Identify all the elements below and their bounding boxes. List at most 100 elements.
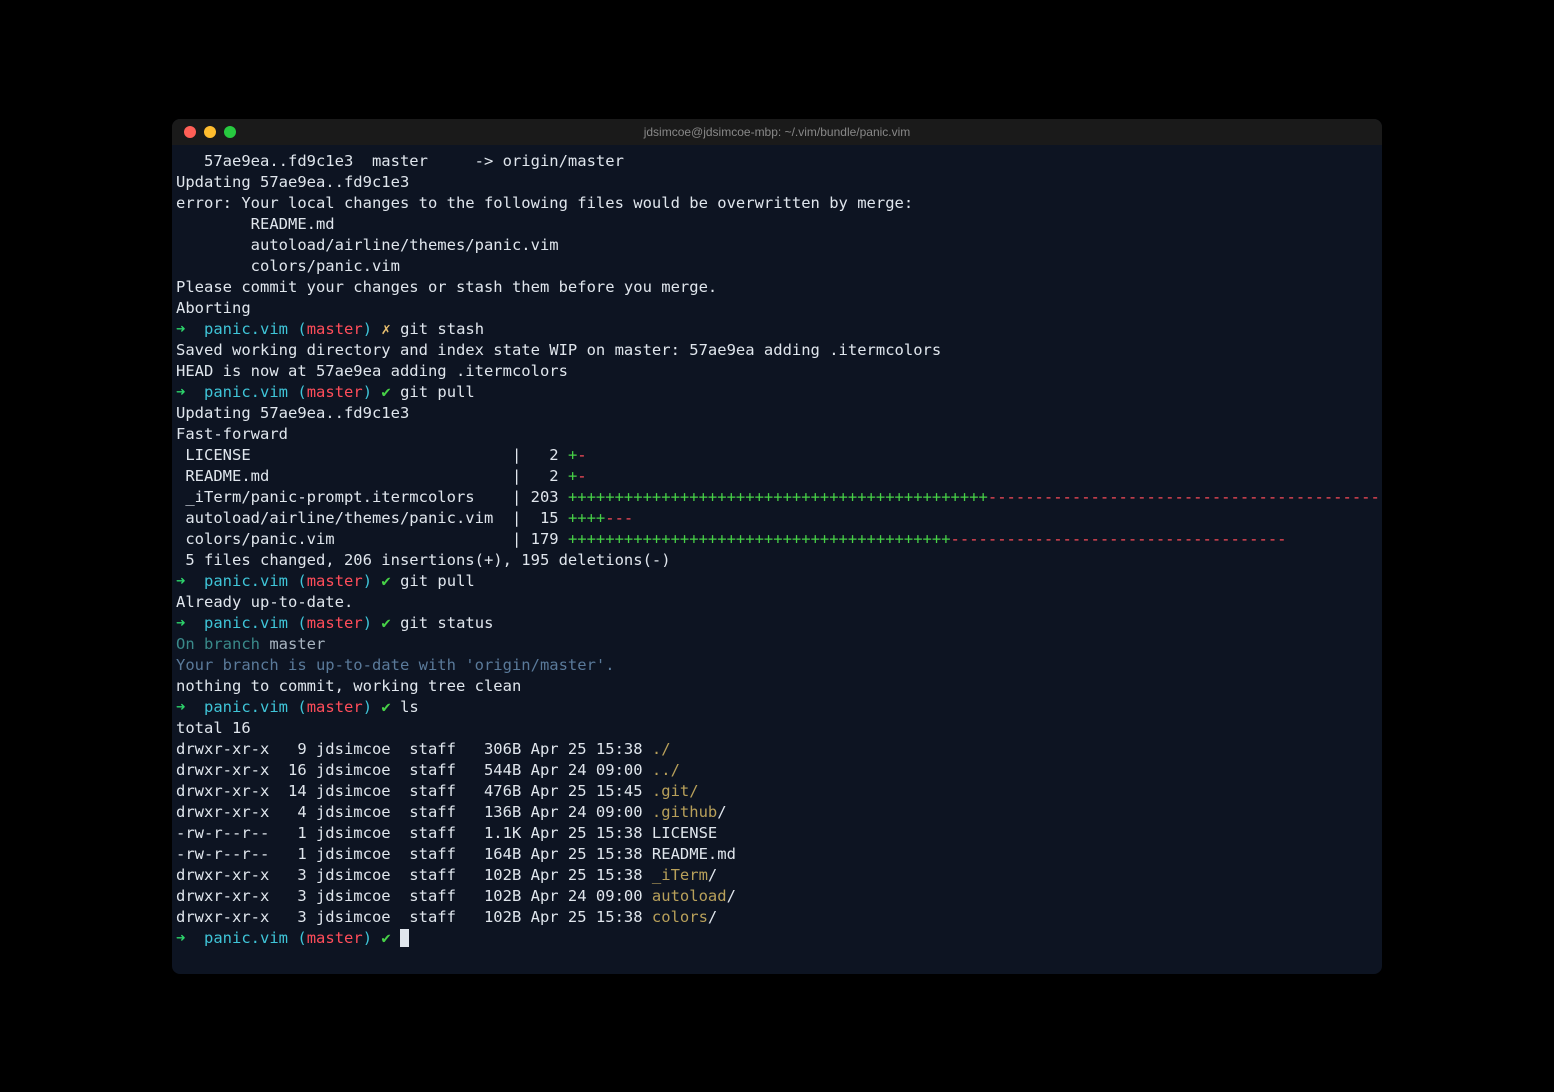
minimize-button[interactable] bbox=[204, 126, 216, 138]
diffstat-summary: 5 files changed, 206 insertions(+), 195 … bbox=[176, 551, 671, 569]
command: git pull bbox=[400, 572, 475, 590]
diffstat-row: _iTerm/panic-prompt.itermcolors | 203 bbox=[176, 488, 568, 506]
command: git status bbox=[400, 614, 493, 632]
titlebar: jdsimcoe@jdsimcoe-mbp: ~/.vim/bundle/pan… bbox=[172, 119, 1382, 145]
fast-forward: Fast-forward bbox=[176, 425, 288, 443]
branch-open: ( bbox=[297, 614, 306, 632]
command: git pull bbox=[400, 383, 475, 401]
stash-saved: Saved working directory and index state … bbox=[176, 341, 941, 359]
prompt-dir: panic.vim bbox=[204, 698, 288, 716]
ls-dir: ./ bbox=[652, 740, 671, 758]
error-file: autoload/airline/themes/panic.vim bbox=[176, 236, 559, 254]
ls-slash: / bbox=[708, 908, 717, 926]
stash-head: HEAD is now at 57ae9ea adding .itermcolo… bbox=[176, 362, 568, 380]
terminal-content[interactable]: 57ae9ea..fd9c1e3 master -> origin/master… bbox=[172, 145, 1382, 974]
ls-slash: / bbox=[727, 887, 736, 905]
command: ls bbox=[400, 698, 419, 716]
error-file: README.md bbox=[176, 215, 335, 233]
error-line: error: Your local changes to the followi… bbox=[176, 194, 913, 212]
branch-name: master bbox=[307, 929, 363, 947]
ls-dir: ../ bbox=[652, 761, 680, 779]
error-file: colors/panic.vim bbox=[176, 257, 400, 275]
please-commit: Please commit your changes or stash them… bbox=[176, 278, 717, 296]
branch-name: master bbox=[307, 320, 363, 338]
prompt-dir: panic.vim bbox=[204, 320, 288, 338]
prompt-dir: panic.vim bbox=[204, 572, 288, 590]
prompt-arrow: ➜ bbox=[176, 572, 185, 590]
prompt-status-clean: ✔ bbox=[381, 698, 390, 716]
ls-row: drwxr-xr-x 3 jdsimcoe staff 102B Apr 25 … bbox=[176, 866, 652, 884]
aborting: Aborting bbox=[176, 299, 251, 317]
ls-row: drwxr-xr-x 14 jdsimcoe staff 476B Apr 25… bbox=[176, 782, 652, 800]
prompt-arrow: ➜ bbox=[176, 614, 185, 632]
ls-dir: .git/ bbox=[652, 782, 699, 800]
branch-name: master bbox=[307, 698, 363, 716]
ls-dir: autoload bbox=[652, 887, 727, 905]
command: git stash bbox=[400, 320, 484, 338]
ls-slash: / bbox=[708, 866, 717, 884]
diffstat-plus: + bbox=[568, 446, 577, 464]
prompt-arrow: ➜ bbox=[176, 929, 185, 947]
branch-close: ) bbox=[363, 320, 372, 338]
window-title: jdsimcoe@jdsimcoe-mbp: ~/.vim/bundle/pan… bbox=[644, 125, 911, 139]
branch-close: ) bbox=[363, 614, 372, 632]
already-uptodate: Already up-to-date. bbox=[176, 593, 353, 611]
diffstat-minus: - bbox=[577, 467, 586, 485]
branch-close: ) bbox=[363, 698, 372, 716]
prompt-arrow: ➜ bbox=[176, 383, 185, 401]
prompt-arrow: ➜ bbox=[176, 698, 185, 716]
ls-row: -rw-r--r-- 1 jdsimcoe staff 164B Apr 25 … bbox=[176, 845, 736, 863]
ls-row: -rw-r--r-- 1 jdsimcoe staff 1.1K Apr 25 … bbox=[176, 824, 717, 842]
updating-line: Updating 57ae9ea..fd9c1e3 bbox=[176, 404, 409, 422]
fetch-output: 57ae9ea..fd9c1e3 master -> origin/master bbox=[176, 152, 624, 170]
diffstat-minus: - bbox=[577, 446, 586, 464]
ls-row: drwxr-xr-x 4 jdsimcoe staff 136B Apr 24 … bbox=[176, 803, 652, 821]
prompt-status-clean: ✔ bbox=[381, 572, 390, 590]
nothing-to-commit: nothing to commit, working tree clean bbox=[176, 677, 521, 695]
prompt-status-dirty: ✗ bbox=[381, 320, 390, 338]
ls-row: drwxr-xr-x 3 jdsimcoe staff 102B Apr 24 … bbox=[176, 887, 652, 905]
prompt-status-clean: ✔ bbox=[381, 383, 390, 401]
maximize-button[interactable] bbox=[224, 126, 236, 138]
ls-slash: / bbox=[717, 803, 726, 821]
diffstat-minus: ------------------------------------ bbox=[951, 530, 1287, 548]
diffstat-plus: + bbox=[568, 467, 577, 485]
diffstat-minus: --- bbox=[605, 509, 633, 527]
ls-total: total 16 bbox=[176, 719, 251, 737]
ls-dir: _iTerm bbox=[652, 866, 708, 884]
prompt-dir: panic.vim bbox=[204, 383, 288, 401]
prompt-status-clean: ✔ bbox=[381, 614, 390, 632]
cursor bbox=[400, 929, 409, 947]
diffstat-plus: ++++++++++++++++++++++++++++++++++++++++… bbox=[568, 488, 988, 506]
ls-row: drwxr-xr-x 9 jdsimcoe staff 306B Apr 25 … bbox=[176, 740, 652, 758]
branch-name: master bbox=[307, 614, 363, 632]
prompt-arrow: ➜ bbox=[176, 320, 185, 338]
branch-uptodate: Your branch is up-to-date with 'origin/m… bbox=[176, 656, 615, 674]
branch-open: ( bbox=[297, 572, 306, 590]
branch-open: ( bbox=[297, 929, 306, 947]
branch-close: ) bbox=[363, 383, 372, 401]
diffstat-plus: ++++++++++++++++++++++++++++++++++++++++… bbox=[568, 530, 951, 548]
branch-name: master bbox=[269, 635, 325, 653]
branch-close: ) bbox=[363, 929, 372, 947]
diffstat-row: autoload/airline/themes/panic.vim | 15 bbox=[176, 509, 568, 527]
ls-dir: .github bbox=[652, 803, 717, 821]
branch-name: master bbox=[307, 383, 363, 401]
diffstat-minus: ----------------------------------------… bbox=[988, 488, 1380, 506]
ls-dir: colors bbox=[652, 908, 708, 926]
diffstat-row: LICENSE | 2 bbox=[176, 446, 568, 464]
diffstat-row: README.md | 2 bbox=[176, 467, 568, 485]
prompt-dir: panic.vim bbox=[204, 614, 288, 632]
prompt-dir: panic.vim bbox=[204, 929, 288, 947]
diffstat-row: colors/panic.vim | 179 bbox=[176, 530, 568, 548]
updating-line: Updating 57ae9ea..fd9c1e3 bbox=[176, 173, 409, 191]
close-button[interactable] bbox=[184, 126, 196, 138]
branch-open: ( bbox=[297, 320, 306, 338]
on-branch: On branch bbox=[176, 635, 269, 653]
prompt-status-clean: ✔ bbox=[381, 929, 390, 947]
branch-name: master bbox=[307, 572, 363, 590]
ls-row: drwxr-xr-x 3 jdsimcoe staff 102B Apr 25 … bbox=[176, 908, 652, 926]
branch-open: ( bbox=[297, 383, 306, 401]
terminal-window: jdsimcoe@jdsimcoe-mbp: ~/.vim/bundle/pan… bbox=[172, 119, 1382, 974]
ls-row: drwxr-xr-x 16 jdsimcoe staff 544B Apr 24… bbox=[176, 761, 652, 779]
